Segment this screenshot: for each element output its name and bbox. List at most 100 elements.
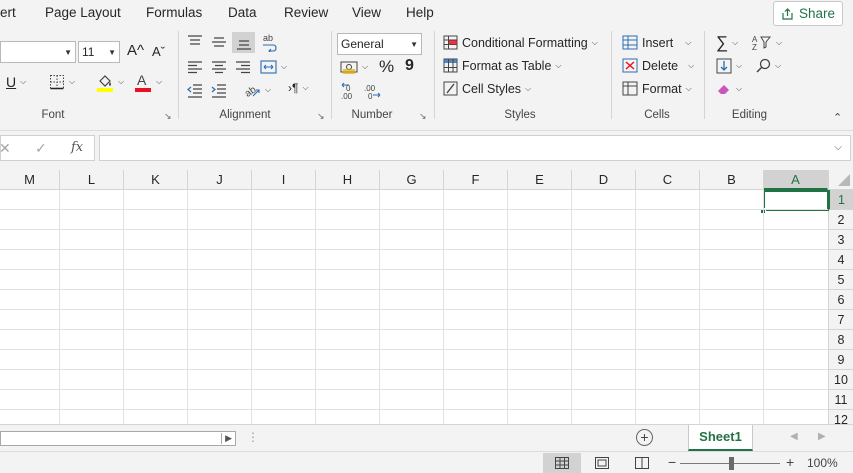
increase-decimal-button[interactable]: 0.00: [340, 82, 360, 100]
row-header-7[interactable]: 7: [828, 310, 853, 330]
orientation-button[interactable]: ab ⌵: [243, 82, 271, 98]
increase-font-size-button[interactable]: A^: [127, 42, 144, 59]
fill-button[interactable]: ⌵: [716, 58, 742, 74]
format-as-table-button[interactable]: Format as Table ⌵: [443, 58, 561, 73]
row-header-1[interactable]: 1: [828, 190, 853, 210]
cell-styles-button[interactable]: Cell Styles ⌵: [443, 81, 531, 96]
add-sheet-button[interactable]: +: [636, 429, 653, 446]
column-header-e[interactable]: E: [508, 170, 572, 190]
tab-review[interactable]: Review: [284, 5, 328, 20]
tab-insert[interactable]: ert: [0, 5, 16, 20]
column-header-j[interactable]: J: [188, 170, 252, 190]
zoom-slider-thumb[interactable]: [729, 457, 734, 470]
collapse-ribbon-icon[interactable]: ⌃: [833, 111, 842, 124]
clear-button[interactable]: ⌵: [716, 82, 742, 96]
accounting-format-button[interactable]: ⌵: [340, 60, 368, 74]
cancel-icon[interactable]: ✕: [0, 140, 11, 157]
delete-cells-button[interactable]: Delete ⌵: [622, 58, 694, 73]
tab-help[interactable]: Help: [406, 5, 434, 20]
merge-center-button[interactable]: ⌵: [260, 59, 287, 75]
tab-formulas[interactable]: Formulas: [146, 5, 202, 20]
chevron-down-icon: ▼: [410, 39, 418, 49]
row-header-6[interactable]: 6: [828, 290, 853, 310]
autosum-button[interactable]: ∑ ⌵: [716, 34, 738, 51]
underline-button[interactable]: U ⌵: [6, 74, 26, 90]
sort-filter-button[interactable]: AZ ⌵: [752, 34, 782, 51]
insert-function-button[interactable]: fx: [71, 140, 83, 155]
enter-check-icon[interactable]: ✓: [35, 140, 47, 157]
column-header-i[interactable]: I: [252, 170, 316, 190]
page-layout-view-button[interactable]: [583, 453, 621, 473]
row-header-2[interactable]: 2: [828, 210, 853, 230]
align-left-button[interactable]: [187, 59, 203, 75]
number-format-combo[interactable]: General ▼: [337, 33, 422, 55]
text-direction-button[interactable]: ›¶ ⌵: [288, 82, 309, 94]
alignment-dialog-launcher-icon[interactable]: ↘: [317, 111, 325, 122]
decrease-indent-button[interactable]: [187, 82, 203, 98]
column-header-f[interactable]: F: [444, 170, 508, 190]
borders-button[interactable]: ⌵: [49, 74, 75, 90]
font-size-combo[interactable]: 11 ▼: [78, 41, 120, 63]
tab-split-handle[interactable]: ⋮: [247, 430, 259, 444]
formula-input[interactable]: ⌵: [99, 135, 851, 161]
increase-indent-button[interactable]: [211, 82, 227, 98]
column-header-l[interactable]: L: [60, 170, 124, 190]
active-cell[interactable]: [763, 190, 829, 211]
scroll-right-arrow-icon[interactable]: ▶: [221, 433, 232, 444]
page-break-view-button[interactable]: [623, 453, 661, 473]
format-cells-button[interactable]: Format ⌵: [622, 81, 692, 96]
column-header-c[interactable]: C: [636, 170, 700, 190]
decrease-font-size-button[interactable]: Aˇ: [152, 44, 165, 59]
select-all-corner[interactable]: [828, 170, 853, 190]
bottom-align-button[interactable]: [232, 32, 255, 53]
horizontal-scrollbar[interactable]: ▶: [0, 431, 236, 446]
worksheet-grid[interactable]: M L K J I H G F E D C B A 1 2 3 4 5 6 7 …: [0, 170, 853, 424]
decrease-decimal-button[interactable]: .00 0: [363, 82, 383, 100]
delete-cells-label: Delete: [642, 58, 679, 73]
share-button[interactable]: Share: [773, 1, 843, 26]
column-header-k[interactable]: K: [124, 170, 188, 190]
align-center-button[interactable]: [211, 59, 227, 75]
font-name-combo[interactable]: ▼: [0, 41, 76, 63]
column-header-h[interactable]: H: [316, 170, 380, 190]
middle-align-button[interactable]: [211, 34, 227, 50]
font-color-button[interactable]: A ⌵: [134, 72, 162, 92]
column-header-g[interactable]: G: [380, 170, 444, 190]
bottom-align-icon: [236, 39, 251, 50]
zoom-level[interactable]: 100%: [807, 456, 838, 470]
tab-page-layout[interactable]: Page Layout: [45, 5, 121, 20]
insert-cells-button[interactable]: Insert ⌵: [622, 35, 691, 50]
row-header-4[interactable]: 4: [828, 250, 853, 270]
zoom-in-button[interactable]: +: [786, 454, 794, 470]
row-header-3[interactable]: 3: [828, 230, 853, 250]
percent-style-button[interactable]: %: [379, 57, 394, 77]
normal-view-button[interactable]: [543, 453, 581, 473]
column-header-a[interactable]: A: [764, 170, 828, 190]
tab-view[interactable]: View: [352, 5, 381, 20]
previous-sheet-icon[interactable]: ◀: [790, 431, 798, 442]
row-header-11[interactable]: 11: [828, 390, 853, 410]
conditional-formatting-button[interactable]: Conditional Formatting ⌵: [443, 35, 598, 50]
column-header-d[interactable]: D: [572, 170, 636, 190]
row-header-9[interactable]: 9: [828, 350, 853, 370]
align-right-button[interactable]: [235, 59, 251, 75]
row-header-10[interactable]: 10: [828, 370, 853, 390]
next-sheet-icon[interactable]: ▶: [818, 431, 826, 442]
column-header-b[interactable]: B: [700, 170, 764, 190]
zoom-out-button[interactable]: −: [668, 454, 676, 470]
column-header-m[interactable]: M: [0, 170, 60, 190]
font-dialog-launcher-icon[interactable]: ↘: [164, 111, 172, 122]
number-dialog-launcher-icon[interactable]: ↘: [419, 111, 427, 122]
tab-data[interactable]: Data: [228, 5, 257, 20]
expand-formula-bar-icon[interactable]: ⌵: [834, 142, 842, 153]
top-align-button[interactable]: [187, 34, 203, 50]
sheet-tab-sheet1[interactable]: Sheet1: [688, 425, 753, 451]
fill-color-button[interactable]: ⌵: [96, 72, 124, 92]
grid-row-line: [0, 309, 828, 310]
row-header-12[interactable]: 12: [828, 410, 853, 424]
row-header-8[interactable]: 8: [828, 330, 853, 350]
find-select-button[interactable]: ⌵: [755, 58, 781, 74]
wrap-text-button[interactable]: ab: [261, 32, 279, 52]
comma-style-button[interactable]: 9: [405, 57, 414, 75]
row-header-5[interactable]: 5: [828, 270, 853, 290]
